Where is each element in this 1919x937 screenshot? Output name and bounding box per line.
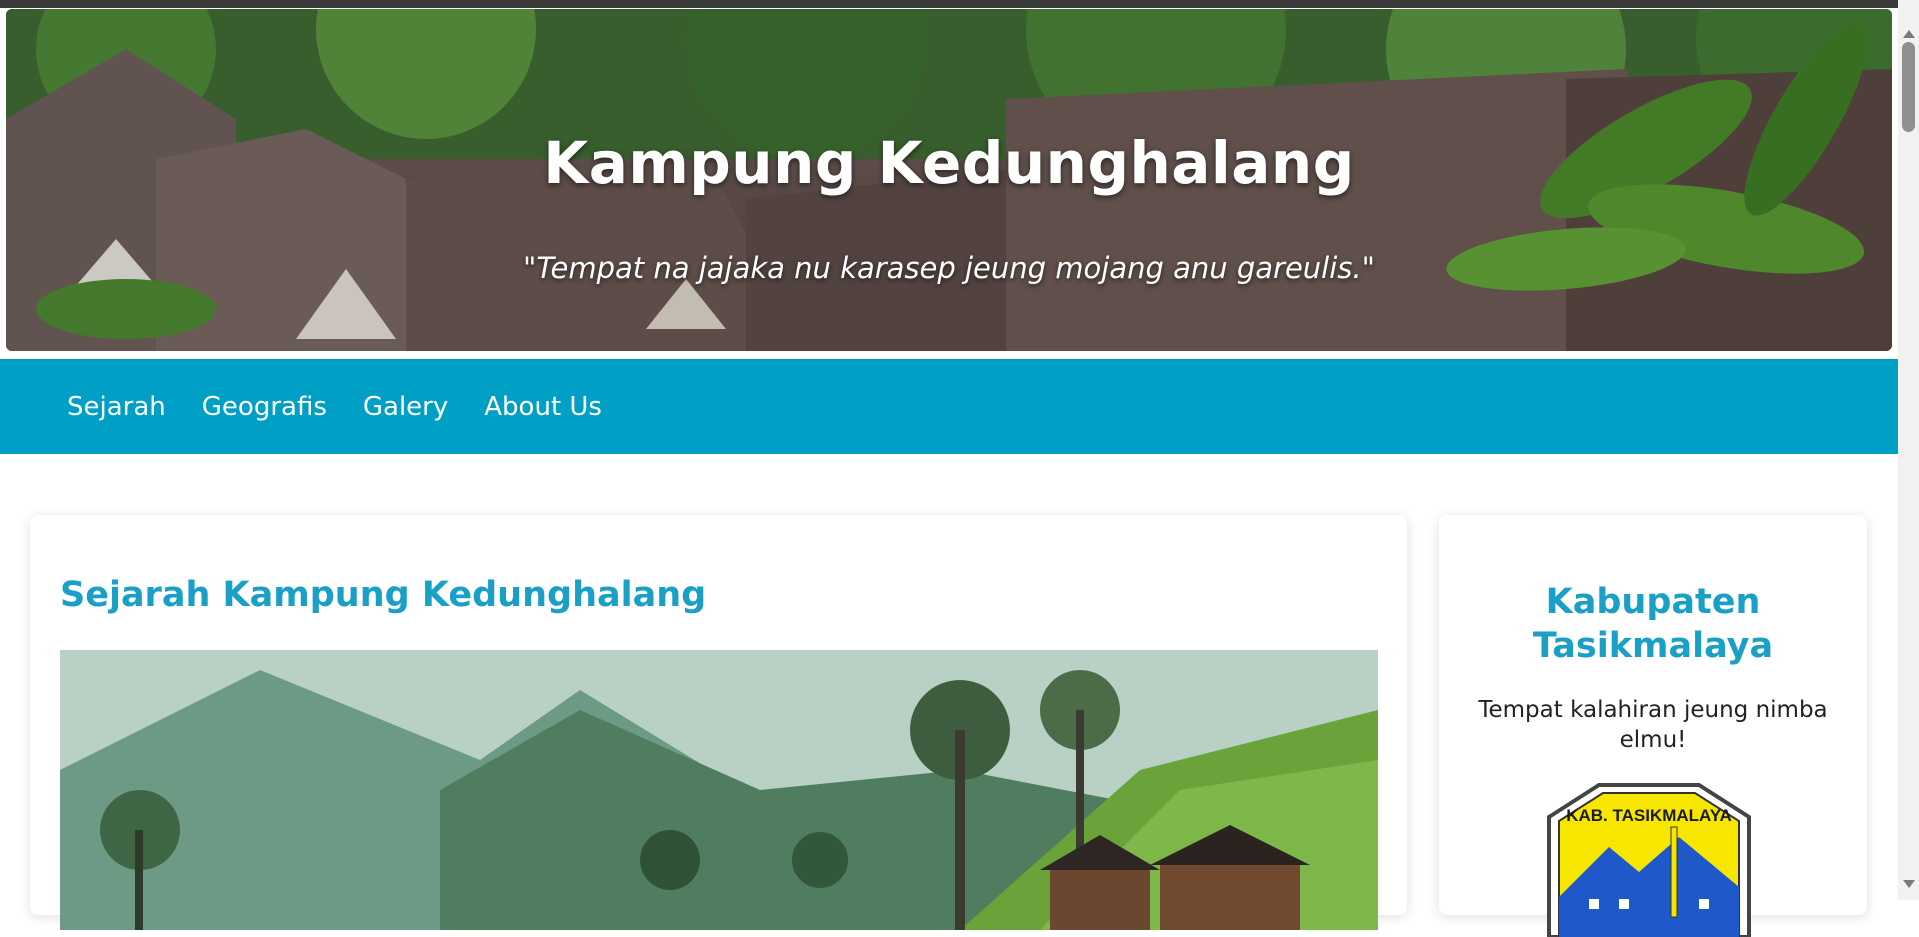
scrollbar-thumb[interactable]: [1902, 42, 1915, 132]
main-navbar: Sejarah Geografis Galery About Us: [0, 359, 1898, 454]
nav-link-about-us[interactable]: About Us: [484, 392, 602, 422]
site-tagline: "Tempat na jajaka nu karasep jeung mojan…: [523, 251, 1375, 285]
nav-link-galery[interactable]: Galery: [363, 392, 448, 422]
vertical-scrollbar[interactable]: [1898, 0, 1919, 900]
history-card: Sejarah Kampung Kedunghalang: [30, 515, 1407, 930]
logo-text: KAB. TASIKMALAYA: [1566, 806, 1732, 825]
village-landscape-image: [60, 650, 1378, 930]
scroll-down-arrow-icon[interactable]: [1903, 880, 1915, 888]
regency-title: Kabupaten Tasikmalaya: [1532, 582, 1774, 666]
hero-banner: Kampung Kedunghalang "Tempat na jajaka n…: [6, 9, 1892, 351]
tasikmalaya-logo: KAB. TASIKMALAYA: [1547, 783, 1751, 937]
page-top-border: [0, 0, 1898, 8]
nav-link-sejarah[interactable]: Sejarah: [67, 392, 166, 422]
regency-description: Tempat kalahiran jeung nimba elmu!: [1478, 697, 1828, 753]
site-title: Kampung Kedunghalang: [543, 129, 1355, 197]
history-title: Sejarah Kampung Kedunghalang: [60, 575, 707, 615]
nav-link-geografis[interactable]: Geografis: [202, 392, 327, 422]
scroll-up-arrow-icon[interactable]: [1903, 30, 1915, 38]
regency-card: Kabupaten Tasikmalaya Tempat kalahiran j…: [1439, 515, 1867, 937]
history-image: [60, 650, 1378, 930]
